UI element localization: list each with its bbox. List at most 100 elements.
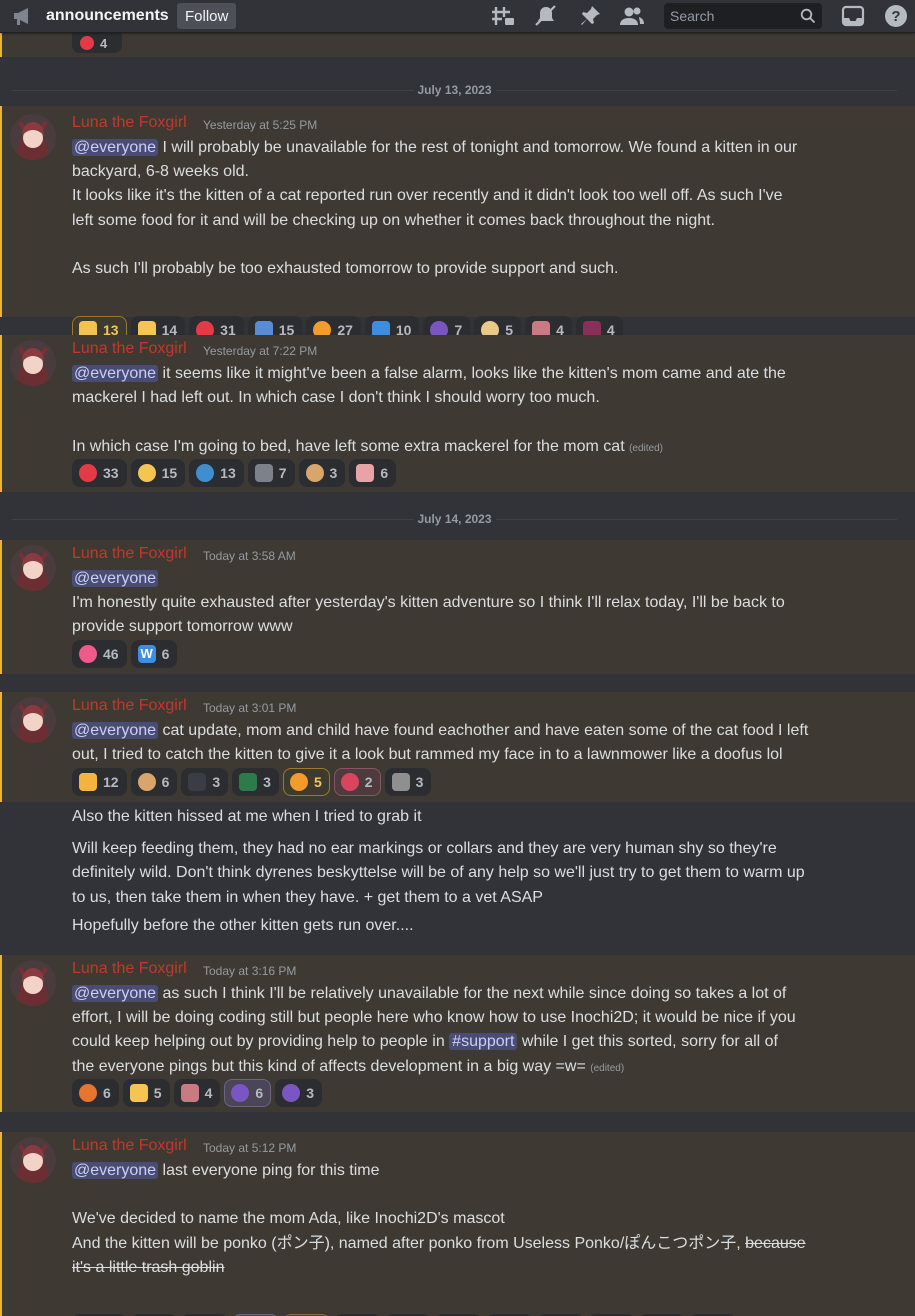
message-text: And the kitten will be ponko (ポン子), name… bbox=[72, 1234, 746, 1252]
members-icon[interactable] bbox=[619, 4, 645, 28]
avatar[interactable] bbox=[10, 545, 56, 591]
message-text: could keep helping out by providing help… bbox=[72, 1033, 450, 1051]
message-text: cat update, mom and child have found eac… bbox=[158, 722, 809, 739]
everyone-mention[interactable]: @everyone bbox=[72, 365, 159, 382]
channel-name: announcements bbox=[46, 7, 169, 24]
author-name[interactable]: Luna the Foxgirl bbox=[72, 697, 187, 715]
message: Luna the Foxgirl Today at 3:01 PM @every… bbox=[0, 692, 915, 802]
channel-link-support[interactable]: #support bbox=[449, 1033, 518, 1051]
reaction-button[interactable]: 15 bbox=[130, 459, 186, 487]
message-text bbox=[72, 410, 862, 434]
date-divider: July 13, 2023 bbox=[12, 83, 897, 97]
author-name[interactable]: Luna the Foxgirl bbox=[72, 114, 187, 132]
reaction-button[interactable]: 33 bbox=[72, 459, 127, 487]
avatar[interactable] bbox=[10, 697, 56, 743]
reaction-button[interactable]: 12 bbox=[72, 768, 127, 796]
message-text: As such I'll probably be too exhausted t… bbox=[72, 260, 619, 277]
reaction-button[interactable]: 6 bbox=[72, 1079, 119, 1107]
follow-button[interactable]: Follow bbox=[177, 3, 237, 29]
message-text: Hopefully before the other kitten gets r… bbox=[72, 916, 414, 934]
cat-face-icon bbox=[289, 773, 308, 791]
reaction-button[interactable]: 6 bbox=[224, 1079, 272, 1107]
message-content: Also the kitten hissed at me when I trie… bbox=[72, 805, 862, 938]
edited-tag: (edited) bbox=[629, 442, 663, 454]
date-divider-label: July 14, 2023 bbox=[413, 512, 496, 526]
search-placeholder: Search bbox=[670, 8, 715, 24]
message-text: while I get this sorted, sorry for all o… bbox=[517, 1033, 778, 1051]
custom-emoji-icon bbox=[180, 1084, 199, 1102]
reaction-button[interactable]: 6 bbox=[349, 459, 397, 487]
mute-icon[interactable] bbox=[533, 4, 559, 28]
custom-emoji-icon bbox=[305, 464, 324, 482]
reaction-button[interactable]: W6 bbox=[130, 640, 178, 668]
message-text: I will probably be unavailable for the r… bbox=[158, 139, 798, 156]
avatar[interactable] bbox=[10, 340, 56, 386]
custom-emoji-icon bbox=[188, 773, 207, 791]
thumbs-up-icon bbox=[129, 1084, 148, 1102]
reaction-bar: 6 5 4 6 3 bbox=[72, 1079, 322, 1107]
announcement-channel-icon bbox=[14, 8, 28, 25]
author-name[interactable]: Luna the Foxgirl bbox=[72, 960, 187, 978]
timestamp: Today at 3:01 PM bbox=[203, 701, 297, 715]
message-group-continuation: Also the kitten hissed at me when I trie… bbox=[0, 802, 915, 942]
message-text: effort, I will be doing coding still but… bbox=[72, 1009, 796, 1027]
reaction-button[interactable]: 2 bbox=[333, 768, 381, 796]
strikethrough-text: because bbox=[745, 1234, 806, 1252]
author-name[interactable]: Luna the Foxgirl bbox=[72, 1137, 187, 1155]
message: Luna the Foxgirl Today at 5:12 PM @every… bbox=[0, 1132, 915, 1316]
fox-icon bbox=[79, 1084, 97, 1102]
threads-icon[interactable] bbox=[490, 4, 516, 28]
message: Luna the Foxgirl Today at 3:58 AM @every… bbox=[0, 540, 915, 674]
help-icon[interactable]: ? bbox=[884, 4, 910, 28]
message-text: last everyone ping for this time bbox=[158, 1162, 380, 1179]
custom-emoji-icon bbox=[137, 773, 156, 791]
reaction-button[interactable]: 6 bbox=[130, 768, 178, 796]
message-content: @everyone last everyone ping for this ti… bbox=[72, 1159, 862, 1280]
message-content: @everyone as such I think I'll be relati… bbox=[72, 982, 862, 1081]
everyone-mention[interactable]: @everyone bbox=[72, 1162, 159, 1179]
heart-icon bbox=[80, 36, 94, 50]
author-name[interactable]: Luna the Foxgirl bbox=[72, 340, 187, 358]
flexed-biceps-icon bbox=[79, 773, 97, 791]
message-content: @everyone I will probably be unavailable… bbox=[72, 136, 862, 281]
reaction-button[interactable]: 7 bbox=[247, 459, 295, 487]
reaction-button[interactable]: 3 bbox=[275, 1079, 322, 1107]
reaction-button[interactable]: 4 bbox=[72, 33, 122, 53]
avatar[interactable] bbox=[10, 114, 56, 160]
message: Luna the Foxgirl Yesterday at 7:22 PM @e… bbox=[0, 335, 915, 492]
reaction-button[interactable]: 5 bbox=[122, 1079, 170, 1107]
message-text: I'm honestly quite exhausted after yeste… bbox=[72, 594, 785, 612]
avatar[interactable] bbox=[10, 960, 56, 1006]
edited-tag: (edited) bbox=[590, 1062, 625, 1074]
reaction-button[interactable]: 4 bbox=[173, 1079, 221, 1107]
everyone-mention[interactable]: @everyone bbox=[72, 722, 159, 739]
date-divider-label: July 13, 2023 bbox=[413, 83, 496, 97]
author-name[interactable]: Luna the Foxgirl bbox=[72, 545, 187, 563]
pin-icon[interactable] bbox=[577, 4, 603, 28]
reaction-button[interactable]: 13 bbox=[189, 459, 244, 487]
custom-emoji-icon bbox=[282, 1084, 301, 1102]
reaction-button[interactable]: 3 bbox=[181, 768, 229, 796]
message: Luna the Foxgirl Today at 3:16 PM @every… bbox=[0, 955, 915, 1112]
reaction-button[interactable]: 5 bbox=[282, 768, 330, 796]
reaction-button[interactable]: 46 bbox=[72, 640, 127, 668]
custom-emoji-icon bbox=[391, 773, 410, 791]
avatar[interactable] bbox=[10, 1137, 56, 1183]
everyone-mention[interactable]: @everyone bbox=[72, 570, 159, 587]
message-text: Will keep feeding them, they had no ear … bbox=[72, 840, 777, 858]
message: Luna the Foxgirl Yesterday at 5:25 PM @e… bbox=[0, 106, 915, 344]
inbox-icon[interactable] bbox=[840, 4, 866, 28]
everyone-mention[interactable]: @everyone bbox=[72, 985, 159, 1002]
reaction-button[interactable]: 3 bbox=[384, 768, 432, 796]
letter-w-icon: W bbox=[137, 645, 156, 663]
sparkling-heart-icon bbox=[79, 645, 97, 663]
message-text: definitely wild. Don't think dyrenes bes… bbox=[72, 864, 805, 882]
date-divider: July 14, 2023 bbox=[12, 512, 897, 526]
reaction-button[interactable]: 3 bbox=[232, 768, 279, 796]
message-list[interactable]: 4 July 13, 2023 Luna the Foxgirl Yesterd… bbox=[0, 33, 915, 1316]
everyone-mention[interactable]: @everyone bbox=[72, 139, 159, 156]
search-input[interactable]: Search bbox=[664, 3, 822, 29]
message-text: to us, then take them in when they have.… bbox=[72, 888, 543, 906]
reaction-bar: 33 15 13 7 3 6 bbox=[72, 459, 397, 487]
reaction-button[interactable]: 3 bbox=[298, 459, 346, 487]
